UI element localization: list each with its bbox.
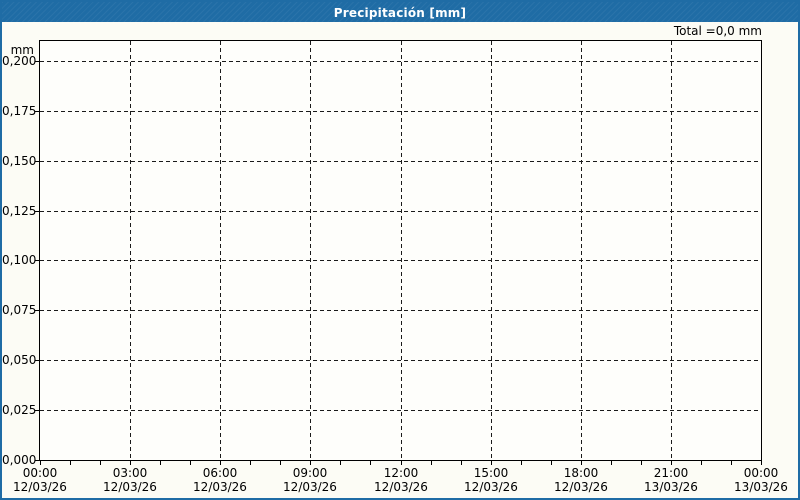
x-axis-minor-tick bbox=[761, 461, 762, 465]
x-axis-minor-tick bbox=[160, 461, 161, 465]
y-tick-label: 0,100 bbox=[2, 253, 37, 267]
x-tick-time-label: 09:00 bbox=[292, 466, 328, 480]
x-axis-minor-tick bbox=[581, 461, 582, 465]
x-axis-minor-tick bbox=[641, 461, 642, 465]
y-tick-label: 0,200 bbox=[2, 54, 37, 68]
x-tick-date-label: 13/03/26 bbox=[644, 480, 698, 494]
x-axis-minor-tick bbox=[431, 461, 432, 465]
x-axis-minor-tick bbox=[701, 461, 702, 465]
x-axis-minor-tick bbox=[190, 461, 191, 465]
x-axis-minor-tick bbox=[220, 461, 221, 465]
x-axis-minor-tick bbox=[280, 461, 281, 465]
y-tick-label: 0,150 bbox=[2, 154, 37, 168]
y-tick-label: 0,050 bbox=[2, 353, 37, 367]
chart-title: Precipitación [mm] bbox=[333, 6, 467, 20]
x-tick-date-label: 12/03/26 bbox=[193, 480, 247, 494]
total-annotation: Total =0,0 mm bbox=[673, 24, 762, 38]
x-axis-minor-tick bbox=[731, 461, 732, 465]
x-tick-date-label: 12/03/26 bbox=[374, 480, 428, 494]
x-axis-minor-tick bbox=[370, 461, 371, 465]
v-gridline bbox=[491, 41, 492, 460]
x-tick-date-label: 12/03/26 bbox=[283, 480, 337, 494]
x-axis-minor-tick bbox=[401, 461, 402, 465]
x-tick-time-label: 06:00 bbox=[202, 466, 238, 480]
x-axis-minor-tick bbox=[491, 461, 492, 465]
y-tick-label: 0,025 bbox=[2, 403, 37, 417]
x-tick-time-label: 03:00 bbox=[112, 466, 148, 480]
x-tick-date-label: 13/03/26 bbox=[734, 480, 788, 494]
x-axis-minor-tick bbox=[250, 461, 251, 465]
x-axis-minor-tick bbox=[611, 461, 612, 465]
x-tick-time-label: 15:00 bbox=[473, 466, 509, 480]
plot-area bbox=[39, 40, 762, 461]
x-axis-minor-tick bbox=[40, 461, 41, 465]
x-tick-date-label: 12/03/26 bbox=[13, 480, 67, 494]
y-tick-label: 0,000 bbox=[2, 453, 37, 467]
y-tick-label: 0,125 bbox=[2, 204, 37, 218]
x-axis-minor-tick bbox=[461, 461, 462, 465]
x-tick-date-label: 12/03/26 bbox=[103, 480, 157, 494]
chart-window: Precipitación [mm] Total =0,0 mm mm 0,20… bbox=[0, 0, 800, 500]
x-tick-date-label: 12/03/26 bbox=[554, 480, 608, 494]
x-axis-minor-tick bbox=[70, 461, 71, 465]
x-axis-minor-tick bbox=[100, 461, 101, 465]
v-gridline bbox=[130, 41, 131, 460]
v-gridline bbox=[401, 41, 402, 460]
x-tick-time-label: 21:00 bbox=[653, 466, 689, 480]
x-tick-date-label: 12/03/26 bbox=[464, 480, 518, 494]
x-tick-time-label: 12:00 bbox=[383, 466, 419, 480]
x-tick-time-label: 00:00 bbox=[22, 466, 58, 480]
y-tick-label: 0,075 bbox=[2, 303, 37, 317]
y-tick-label: 0,175 bbox=[2, 104, 37, 118]
x-axis-minor-tick bbox=[671, 461, 672, 465]
x-axis-minor-tick bbox=[551, 461, 552, 465]
x-axis-minor-tick bbox=[521, 461, 522, 465]
chart-title-bar: Precipitación [mm] bbox=[2, 2, 798, 22]
x-axis-minor-tick bbox=[130, 461, 131, 465]
x-axis-minor-tick bbox=[310, 461, 311, 465]
v-gridline bbox=[310, 41, 311, 460]
x-tick-time-label: 00:00 bbox=[743, 466, 779, 480]
v-gridline bbox=[671, 41, 672, 460]
v-gridline bbox=[220, 41, 221, 460]
x-tick-time-label: 18:00 bbox=[563, 466, 599, 480]
x-axis-minor-tick bbox=[340, 461, 341, 465]
v-gridline bbox=[581, 41, 582, 460]
